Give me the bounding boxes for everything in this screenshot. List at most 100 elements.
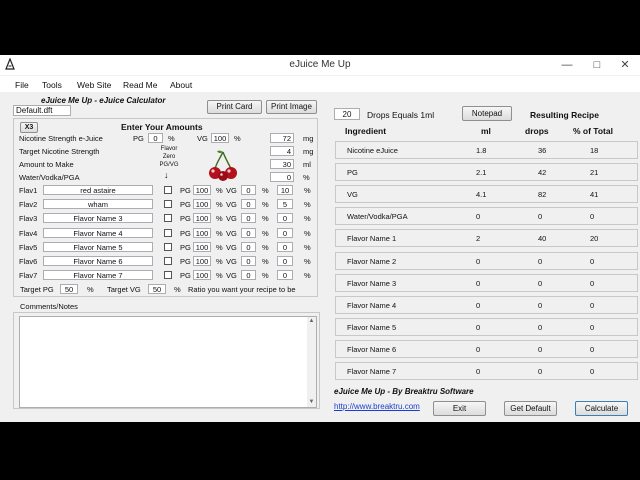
flavor-vg-label: VG <box>226 200 237 210</box>
menu-readme[interactable]: Read Me <box>123 80 158 90</box>
flavor-name-input[interactable]: Flavor Name 4 <box>43 227 153 238</box>
result-drops: 82 <box>538 190 547 200</box>
flavor-vg-input[interactable]: 0 <box>241 270 256 281</box>
flavor-pct-input[interactable]: 0 <box>277 241 293 252</box>
flavor-name-input[interactable]: Flavor Name 3 <box>43 213 153 224</box>
flavor-name-input[interactable]: red astaire <box>43 185 153 195</box>
result-ml: 0 <box>476 278 481 288</box>
flavor-pct-input[interactable]: 0 <box>277 256 293 266</box>
flavor-pct-input[interactable]: 0 <box>277 227 293 238</box>
flavor-vg-pct: % <box>262 271 269 281</box>
menu-tools[interactable]: Tools <box>42 80 62 90</box>
flavor-name-input[interactable]: Flavor Name 6 <box>43 256 153 266</box>
flavor-pct-sign: % <box>304 200 311 210</box>
result-ingredient: Flavor Name 1 <box>347 234 397 244</box>
notepad-button[interactable]: Notepad <box>462 106 512 121</box>
result-drops: 0 <box>538 322 543 332</box>
flavor-pg-input[interactable]: 100 <box>193 241 211 252</box>
result-drops: 0 <box>538 344 543 354</box>
flavor-label: Flav1 <box>19 186 38 195</box>
flavor-vg-input[interactable]: 0 <box>241 241 256 252</box>
flavor-vg-input[interactable]: 0 <box>241 199 256 210</box>
flavor-pg-input[interactable]: 100 <box>193 256 211 266</box>
flavor-pg-input[interactable]: 100 <box>193 227 211 238</box>
flavor-vg-pct: % <box>262 257 269 266</box>
x3-button[interactable]: X3 <box>20 122 38 133</box>
flavor-checkbox[interactable] <box>164 228 172 237</box>
menu-file[interactable]: File <box>15 80 29 90</box>
resulting-recipe-heading: Resulting Recipe <box>530 110 599 120</box>
flavor-pct-input[interactable]: 0 <box>277 213 293 224</box>
flavor-pct-input[interactable]: 5 <box>277 199 293 210</box>
drops-input[interactable]: 20 <box>334 108 360 120</box>
credit-text: eJuice Me Up - By Breaktru Software <box>334 387 474 396</box>
flavor-vg-input[interactable]: 0 <box>241 185 256 195</box>
target-nic-input[interactable]: 4 <box>270 146 294 156</box>
result-ingredient: VG <box>347 190 358 200</box>
menu-website[interactable]: Web Site <box>77 80 111 90</box>
result-drops: 40 <box>538 234 547 244</box>
flavor-label: Flav2 <box>19 200 38 210</box>
flavor-vg-input[interactable]: 0 <box>241 213 256 224</box>
flavor-vg-label: VG <box>226 271 237 281</box>
result-ingredient: Flavor Name 7 <box>347 367 397 376</box>
website-link[interactable]: http://www.breaktru.com <box>334 402 420 411</box>
menu-about[interactable]: About <box>170 80 192 90</box>
target-pg-input[interactable]: 50 <box>60 284 78 294</box>
flavor-vg-label: VG <box>226 242 237 252</box>
result-drops: 0 <box>538 212 543 222</box>
exit-button[interactable]: Exit <box>433 401 486 416</box>
flavor-pg-pct: % <box>216 214 223 224</box>
flavor-pct-input[interactable]: 0 <box>277 270 293 281</box>
flavor-pg-input[interactable]: 100 <box>193 185 211 195</box>
result-drops: 0 <box>538 300 543 310</box>
close-button[interactable]: ✕ <box>610 55 640 75</box>
nic-vg-input[interactable]: 100 <box>211 133 229 143</box>
flavor-pct-input[interactable]: 10 <box>277 185 293 195</box>
drops-label: Drops Equals 1ml <box>367 110 435 120</box>
comments-scrollbar[interactable]: ▲ ▼ <box>307 317 316 407</box>
maximize-button[interactable]: □ <box>582 55 612 75</box>
flavor-vg-input[interactable]: 0 <box>241 227 256 238</box>
flavor-pg-pct: % <box>216 186 223 195</box>
result-ingredient: Flavor Name 2 <box>347 256 397 266</box>
result-pct: 0 <box>590 322 595 332</box>
flavor-checkbox[interactable] <box>164 257 172 265</box>
result-pct: 18 <box>590 146 599 155</box>
flavor-label: Flav5 <box>19 242 38 252</box>
nic-strength-input[interactable]: 72 <box>270 133 294 143</box>
flavor-checkbox[interactable] <box>164 186 172 194</box>
water-label: Water/Vodka/PGA <box>19 173 80 182</box>
flavor-name-input[interactable]: Flavor Name 5 <box>43 241 153 252</box>
minimize-button[interactable]: — <box>552 55 582 75</box>
flavor-pg-input[interactable]: 100 <box>193 270 211 281</box>
flavor-checkbox[interactable] <box>164 242 172 251</box>
flavor-pg-input[interactable]: 100 <box>193 213 211 224</box>
flavor-checkbox[interactable] <box>164 200 172 209</box>
result-pct: 20 <box>590 234 599 244</box>
result-pct: 0 <box>590 256 595 266</box>
flavor-pg-label: PG <box>180 186 191 195</box>
flavor-name-input[interactable]: Flavor Name 7 <box>43 270 153 281</box>
recipe-file-field[interactable]: Default.dft <box>13 105 71 116</box>
amount-input[interactable]: 30 <box>270 159 294 169</box>
print-image-button[interactable]: Print Image <box>266 100 317 114</box>
target-vg-input[interactable]: 50 <box>148 284 166 294</box>
comments-textarea[interactable] <box>19 316 317 408</box>
flavor-checkbox[interactable] <box>164 271 172 280</box>
get-default-button[interactable]: Get Default <box>504 401 557 416</box>
flavor-pg-label: PG <box>180 271 191 281</box>
flavor-name-input[interactable]: wham <box>43 199 153 210</box>
print-card-button[interactable]: Print Card <box>207 100 262 114</box>
flavor-vg-input[interactable]: 0 <box>241 256 256 266</box>
result-ingredient: Flavor Name 6 <box>347 344 397 354</box>
calculate-button[interactable]: Calculate <box>575 401 628 416</box>
result-ingredient: Flavor Name 4 <box>347 300 397 310</box>
flavor-label: Flav3 <box>19 214 38 224</box>
flavor-pct-sign: % <box>304 214 311 224</box>
nic-pg-input[interactable]: 0 <box>148 133 163 143</box>
flavor-checkbox[interactable] <box>164 214 172 223</box>
water-input[interactable]: 0 <box>270 172 294 182</box>
amount-unit: ml <box>303 160 311 169</box>
flavor-pg-input[interactable]: 100 <box>193 199 211 210</box>
